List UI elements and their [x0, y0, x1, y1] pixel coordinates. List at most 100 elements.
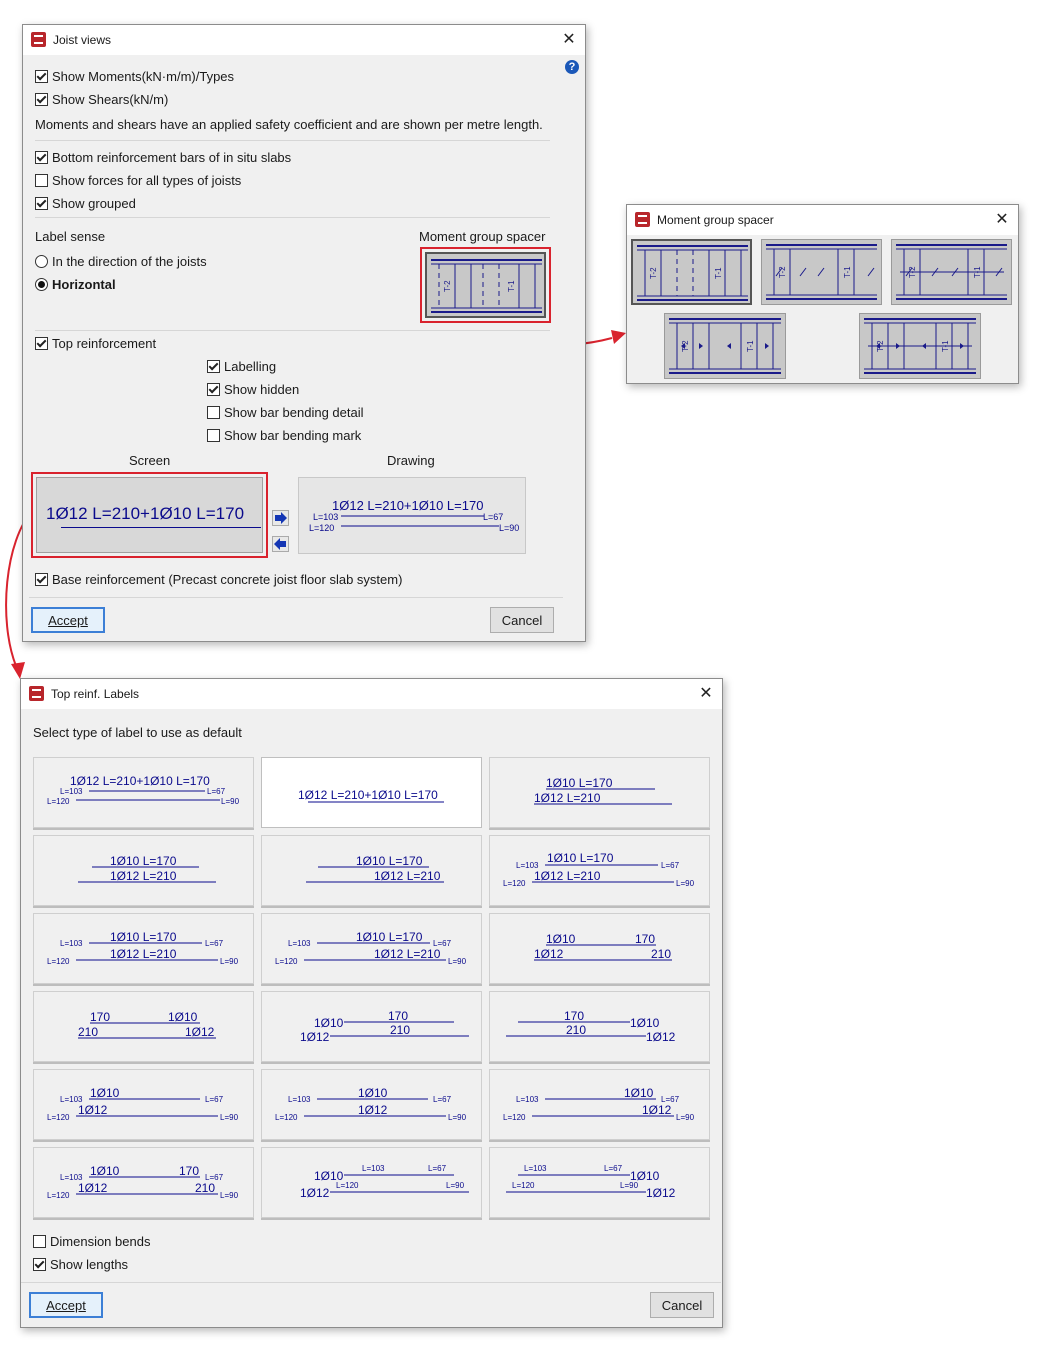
svg-text:1Ø12 L=210: 1Ø12 L=210 — [110, 947, 177, 961]
base-reinforcement-checkbox[interactable]: Base reinforcement (Precast concrete joi… — [35, 572, 402, 587]
label-option-4[interactable]: 1Ø10 L=170 1Ø12 L=210 — [33, 835, 254, 906]
svg-text:L=120: L=120 — [47, 1113, 70, 1122]
app-icon — [29, 686, 44, 701]
label-option-6[interactable]: 1Ø10 L=170 L=103 L=67 1Ø12 L=210 L=120 L… — [489, 835, 710, 906]
drawing-label-preview[interactable]: 1Ø12 L=210+1Ø10 L=170 L=103 L=67 L=120 L… — [298, 477, 526, 554]
label-option-1[interactable]: 1Ø12 L=210+1Ø10 L=170 L=103 L=67 L=120 L… — [33, 757, 254, 828]
close-icon[interactable]: ✕ — [553, 25, 585, 55]
show-forces-checkbox[interactable]: Show forces for all types of joists — [35, 173, 241, 188]
svg-text:L=90: L=90 — [448, 957, 467, 966]
show-lengths-checkbox[interactable]: Show lengths — [33, 1257, 128, 1272]
svg-text:1Ø12: 1Ø12 — [534, 947, 564, 961]
help-icon[interactable]: ? — [565, 60, 579, 74]
svg-text:1Ø12: 1Ø12 — [300, 1186, 330, 1200]
svg-text:1Ø10 L=170: 1Ø10 L=170 — [546, 776, 613, 790]
dialog-title: Top reinf. Labels — [51, 687, 140, 701]
svg-text:1Ø10: 1Ø10 — [314, 1016, 344, 1030]
bending-detail-checkbox[interactable]: Show bar bending detail — [207, 405, 364, 420]
spacer-option-3[interactable]: T-2 T-1 — [891, 239, 1012, 305]
label-option-graphic: L=103 L=67 1Ø10 L=120 L=90 1Ø12 — [506, 1164, 676, 1200]
label-option-2[interactable]: 1Ø12 L=210+1Ø10 L=170 — [261, 757, 482, 828]
svg-text:L=90: L=90 — [220, 1191, 239, 1200]
label-option-10[interactable]: 170 1Ø10 210 1Ø12 — [33, 991, 254, 1062]
svg-text:L=67: L=67 — [428, 1164, 447, 1173]
label-option-18[interactable]: L=103 L=67 1Ø10 L=120 L=90 1Ø12 — [489, 1147, 710, 1218]
svg-text:T-1: T-1 — [843, 266, 852, 278]
label-option-17[interactable]: 1Ø10 L=103 L=67 1Ø12 L=120 L=90 — [261, 1147, 482, 1218]
screen-label-preview[interactable]: 1Ø12 L=210+1Ø10 L=170 — [36, 477, 263, 553]
svg-text:1Ø10: 1Ø10 — [90, 1086, 120, 1100]
spacer-option-graphic: T-2 T-1 — [637, 245, 748, 301]
label-option-11[interactable]: 170 1Ø10 210 1Ø12 — [261, 991, 482, 1062]
close-icon[interactable]: ✕ — [986, 205, 1018, 235]
show-grouped-checkbox[interactable]: Show grouped — [35, 196, 136, 211]
label-option-graphic: 170 1Ø10 210 1Ø12 — [300, 1009, 469, 1044]
dimension-bends-checkbox[interactable]: Dimension bends — [33, 1234, 150, 1249]
labelling-checkbox[interactable]: Labelling — [207, 359, 276, 374]
spacer-option-2[interactable]: T-2 T-1 — [761, 239, 882, 305]
top-reinforcement-checkbox[interactable]: Top reinforcement — [35, 336, 156, 351]
label-option-7[interactable]: 1Ø10 L=170 L=103 L=67 1Ø12 L=210 L=120 L… — [33, 913, 254, 984]
svg-text:L=67: L=67 — [207, 787, 226, 796]
arrow-left-button[interactable] — [272, 536, 289, 552]
title-bar: Moment group spacer ✕ — [627, 205, 1018, 235]
svg-text:L=103: L=103 — [288, 1095, 311, 1104]
svg-text:1Ø12 L=210: 1Ø12 L=210 — [534, 869, 601, 883]
svg-text:T-1: T-1 — [714, 267, 723, 279]
label-option-8[interactable]: 1Ø10 L=170 L=103 L=67 1Ø12 L=210 L=120 L… — [261, 913, 482, 984]
accept-button[interactable]: Accept — [31, 607, 105, 633]
spacer-option-5[interactable]: T-2 T-1 — [859, 313, 981, 379]
accept-button[interactable]: Accept — [29, 1292, 103, 1318]
label-option-5[interactable]: 1Ø10 L=170 1Ø12 L=210 — [261, 835, 482, 906]
bottom-bars-checkbox[interactable]: Bottom reinforcement bars of in situ sla… — [35, 150, 291, 165]
screen-heading: Screen — [129, 453, 171, 468]
show-moments-checkbox[interactable]: Show Moments(kN·m/m)/Types — [35, 69, 234, 84]
label-option-15[interactable]: 1Ø10 L=103 L=67 1Ø12 L=120 L=90 — [489, 1069, 710, 1140]
spacer-preview-graphic: T-2 T-1 — [431, 259, 542, 313]
svg-text:L=120: L=120 — [275, 1113, 298, 1122]
show-hidden-checkbox[interactable]: Show hidden — [207, 382, 299, 397]
svg-text:1Ø12: 1Ø12 — [642, 1103, 672, 1117]
svg-text:T-2: T-2 — [681, 340, 690, 352]
svg-text:L=67: L=67 — [205, 1095, 224, 1104]
spacer-option-1[interactable]: T-2 T-1 — [631, 239, 752, 305]
spacer-option-4[interactable]: T-2 T-1 — [664, 313, 786, 379]
label-option-graphic: 1Ø12 L=210+1Ø10 L=170 — [298, 788, 444, 803]
svg-text:1Ø12: 1Ø12 — [358, 1103, 388, 1117]
label-option-graphic: 1Ø10 170 L=103 L=67 1Ø12 210 L=120 L=90 — [47, 1164, 239, 1200]
label-option-graphic: 1Ø10 L=170 1Ø12 L=210 — [306, 854, 444, 883]
svg-text:170: 170 — [388, 1009, 408, 1023]
svg-text:L=90: L=90 — [676, 879, 695, 888]
svg-text:1Ø10: 1Ø10 — [168, 1010, 198, 1024]
spacer-option-graphic: T-2 T-1 — [766, 244, 877, 300]
svg-text:1Ø10: 1Ø10 — [90, 1164, 120, 1178]
title-bar: Top reinf. Labels ✕ — [21, 679, 722, 709]
show-shears-checkbox[interactable]: Show Shears(kN/m) — [35, 92, 168, 107]
close-icon[interactable]: ✕ — [690, 679, 722, 709]
label-option-graphic: 1Ø10 L=170 1Ø12 L=210 — [78, 854, 216, 883]
label-option-3[interactable]: 1Ø10 L=170 1Ø12 L=210 — [489, 757, 710, 828]
app-icon — [31, 32, 46, 47]
arrow-left-icon — [274, 538, 286, 550]
bending-mark-checkbox[interactable]: Show bar bending mark — [207, 428, 361, 443]
horizontal-radio[interactable]: Horizontal — [35, 277, 116, 292]
label-option-14[interactable]: 1Ø10 L=103 L=67 1Ø12 L=120 L=90 — [261, 1069, 482, 1140]
cancel-button[interactable]: Cancel — [490, 607, 554, 633]
spacer-preview-button[interactable]: T-2 T-1 — [425, 252, 546, 318]
label-option-12[interactable]: 170 1Ø10 210 1Ø12 — [489, 991, 710, 1062]
svg-text:1Ø12 L=210+1Ø10 L=170: 1Ø12 L=210+1Ø10 L=170 — [70, 774, 210, 788]
svg-text:1Ø12 L=210+1Ø10 L=170: 1Ø12 L=210+1Ø10 L=170 — [298, 788, 438, 802]
svg-text:1Ø12 L=210: 1Ø12 L=210 — [110, 869, 177, 883]
label-option-9[interactable]: 1Ø10 170 1Ø12 210 — [489, 913, 710, 984]
label-option-13[interactable]: 1Ø10 L=103 L=67 1Ø12 L=120 L=90 — [33, 1069, 254, 1140]
direction-radio[interactable]: In the direction of the joists — [35, 254, 207, 269]
label-option-16[interactable]: 1Ø10 170 L=103 L=67 1Ø12 210 L=120 L=90 — [33, 1147, 254, 1218]
arrow-right-button[interactable] — [272, 510, 289, 526]
svg-text:L=103: L=103 — [516, 1095, 539, 1104]
svg-text:1Ø12: 1Ø12 — [78, 1103, 108, 1117]
svg-text:1Ø12 L=210+1Ø10 L=170: 1Ø12 L=210+1Ø10 L=170 — [332, 498, 483, 513]
svg-text:L=67: L=67 — [483, 512, 503, 522]
svg-text:210: 210 — [195, 1181, 215, 1195]
svg-text:L=103: L=103 — [362, 1164, 385, 1173]
cancel-button[interactable]: Cancel — [650, 1292, 714, 1318]
